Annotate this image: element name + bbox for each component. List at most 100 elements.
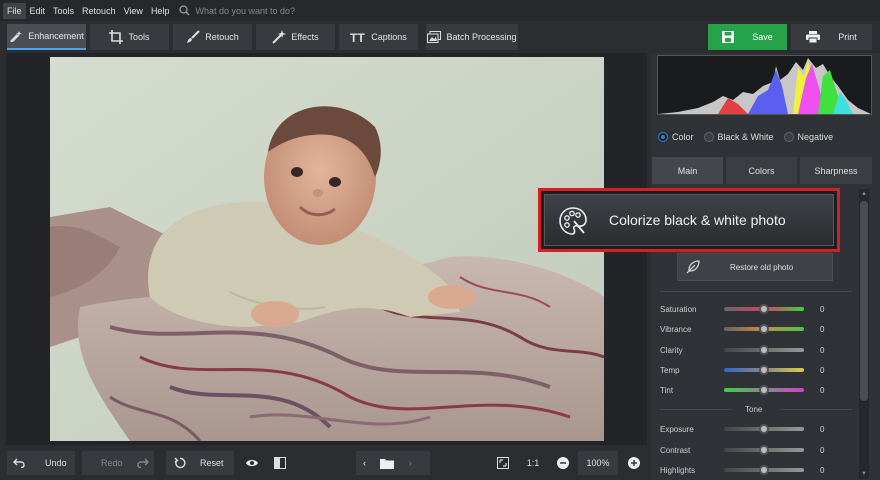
slider-knob[interactable] <box>759 324 769 334</box>
contrast-label: Contrast <box>660 445 691 455</box>
highlights-label: Highlights <box>660 465 696 475</box>
reset-button[interactable]: Reset <box>166 451 234 475</box>
vibrance-track[interactable] <box>724 324 804 334</box>
divider <box>782 409 852 410</box>
scroll-down-icon[interactable]: ▼ <box>859 469 869 479</box>
save-button[interactable]: Save <box>708 24 787 50</box>
mode-color-radio[interactable]: Color <box>658 132 694 142</box>
tab-captions-label: Captions <box>371 32 407 42</box>
colorize-photo-label: Colorize black & white photo <box>609 212 786 228</box>
colorize-highlight: Colorize black & white photo <box>538 188 840 252</box>
search-box[interactable]: What do you want to do? <box>179 5 295 16</box>
slider-knob[interactable] <box>759 304 769 314</box>
tab-tools[interactable]: Tools <box>90 24 169 50</box>
actual-size-button[interactable]: 1:1 <box>522 451 544 475</box>
batch-processing-label: Batch Processing <box>446 32 517 42</box>
zoom-out-button[interactable] <box>553 451 573 475</box>
temp-slider[interactable]: Temp 0 <box>660 363 830 377</box>
menu-retouch[interactable]: Retouch <box>78 3 120 19</box>
menu-view[interactable]: View <box>120 3 147 19</box>
tint-track[interactable] <box>724 385 804 395</box>
previous-file-icon[interactable]: ‹ <box>363 458 366 468</box>
temp-value: 0 <box>820 365 825 375</box>
menu-tools[interactable]: Tools <box>49 3 78 19</box>
color-mode-group: Color Black & White Negative <box>658 128 872 146</box>
batch-processing-button[interactable]: Batch Processing <box>426 24 518 50</box>
tab-effects[interactable]: Effects <box>256 24 335 50</box>
panel-scrollbar[interactable]: ▲ ▼ <box>859 189 869 479</box>
mode-negative-label: Negative <box>797 132 834 142</box>
contrast-slider[interactable]: Contrast 0 <box>660 443 830 457</box>
slider-knob[interactable] <box>759 365 769 375</box>
radio-icon <box>703 132 714 142</box>
scroll-thumb[interactable] <box>860 201 868 401</box>
folder-icon[interactable] <box>380 458 394 469</box>
exposure-track[interactable] <box>724 424 804 434</box>
search-icon <box>179 5 190 16</box>
mode-color-label: Color <box>672 132 694 142</box>
highlights-track[interactable] <box>724 465 804 475</box>
enhancement-icon <box>10 31 23 42</box>
vibrance-slider[interactable]: Vibrance 0 <box>660 322 830 336</box>
compare-icon <box>274 457 286 469</box>
toolbar: Enhancement Tools Retouch Effects TT Cap… <box>0 21 880 52</box>
zoom-in-button[interactable] <box>624 451 644 475</box>
tab-retouch[interactable]: Retouch <box>173 24 252 50</box>
histogram <box>657 55 872 115</box>
temp-label: Temp <box>660 365 680 375</box>
tint-label: Tint <box>660 385 674 395</box>
next-file-icon[interactable]: › <box>409 458 412 468</box>
compare-button[interactable] <box>268 451 292 475</box>
subtab-main[interactable]: Main <box>652 157 723 184</box>
saturation-slider[interactable]: Saturation 0 <box>660 302 830 316</box>
slider-knob[interactable] <box>759 445 769 455</box>
fit-screen-button[interactable] <box>493 451 513 475</box>
colorize-photo-button[interactable]: Colorize black & white photo <box>544 194 834 246</box>
tab-tools-label: Tools <box>128 32 150 42</box>
menu-edit[interactable]: Edit <box>26 3 50 19</box>
eye-icon <box>246 460 258 466</box>
restore-old-photo-button[interactable]: Restore old photo <box>677 253 833 281</box>
magic-wand-icon <box>272 30 287 44</box>
slider-knob[interactable] <box>759 465 769 475</box>
redo-button[interactable]: Redo <box>82 451 154 475</box>
palette-icon <box>559 207 587 235</box>
menu-help[interactable]: Help <box>147 3 174 19</box>
slider-knob[interactable] <box>759 385 769 395</box>
clarity-value: 0 <box>820 345 825 355</box>
slider-knob[interactable] <box>759 345 769 355</box>
tab-effects-label: Effects <box>291 32 319 42</box>
clarity-slider[interactable]: Clarity 0 <box>660 343 830 357</box>
bottom-bar: Undo Redo Reset ‹ › 1:1 100% <box>0 446 651 480</box>
mode-bw-radio[interactable]: Black & White <box>703 132 774 142</box>
vibrance-value: 0 <box>820 324 825 334</box>
subtab-sharpness[interactable]: Sharpness <box>800 157 872 184</box>
slider-knob[interactable] <box>759 424 769 434</box>
print-button[interactable]: Print <box>791 24 872 50</box>
file-navigation: ‹ › <box>356 451 430 475</box>
menu-file[interactable]: File <box>3 2 26 19</box>
preview-button[interactable] <box>240 451 264 475</box>
undo-button[interactable]: Undo <box>7 451 75 475</box>
reset-icon <box>174 457 186 469</box>
scroll-up-icon[interactable]: ▲ <box>859 189 869 199</box>
contrast-track[interactable] <box>724 445 804 455</box>
tint-slider[interactable]: Tint 0 <box>660 383 830 397</box>
mode-negative-radio[interactable]: Negative <box>783 132 834 142</box>
text-icon: TT <box>350 31 365 43</box>
exposure-slider[interactable]: Exposure 0 <box>660 422 830 436</box>
plus-circle-icon <box>628 457 640 469</box>
subtab-colors[interactable]: Colors <box>726 157 797 184</box>
save-label: Save <box>752 32 773 42</box>
tab-enhancement[interactable]: Enhancement <box>7 24 86 50</box>
reset-label: Reset <box>200 458 224 468</box>
tab-captions[interactable]: TT Captions <box>339 24 418 50</box>
zoom-level[interactable]: 100% <box>578 451 618 475</box>
svg-text:TT: TT <box>350 31 365 43</box>
contrast-value: 0 <box>820 445 825 455</box>
clarity-track[interactable] <box>724 345 804 355</box>
saturation-track[interactable] <box>724 304 804 314</box>
brush-icon <box>187 30 200 43</box>
temp-track[interactable] <box>724 365 804 375</box>
highlights-slider[interactable]: Highlights 0 <box>660 463 830 477</box>
